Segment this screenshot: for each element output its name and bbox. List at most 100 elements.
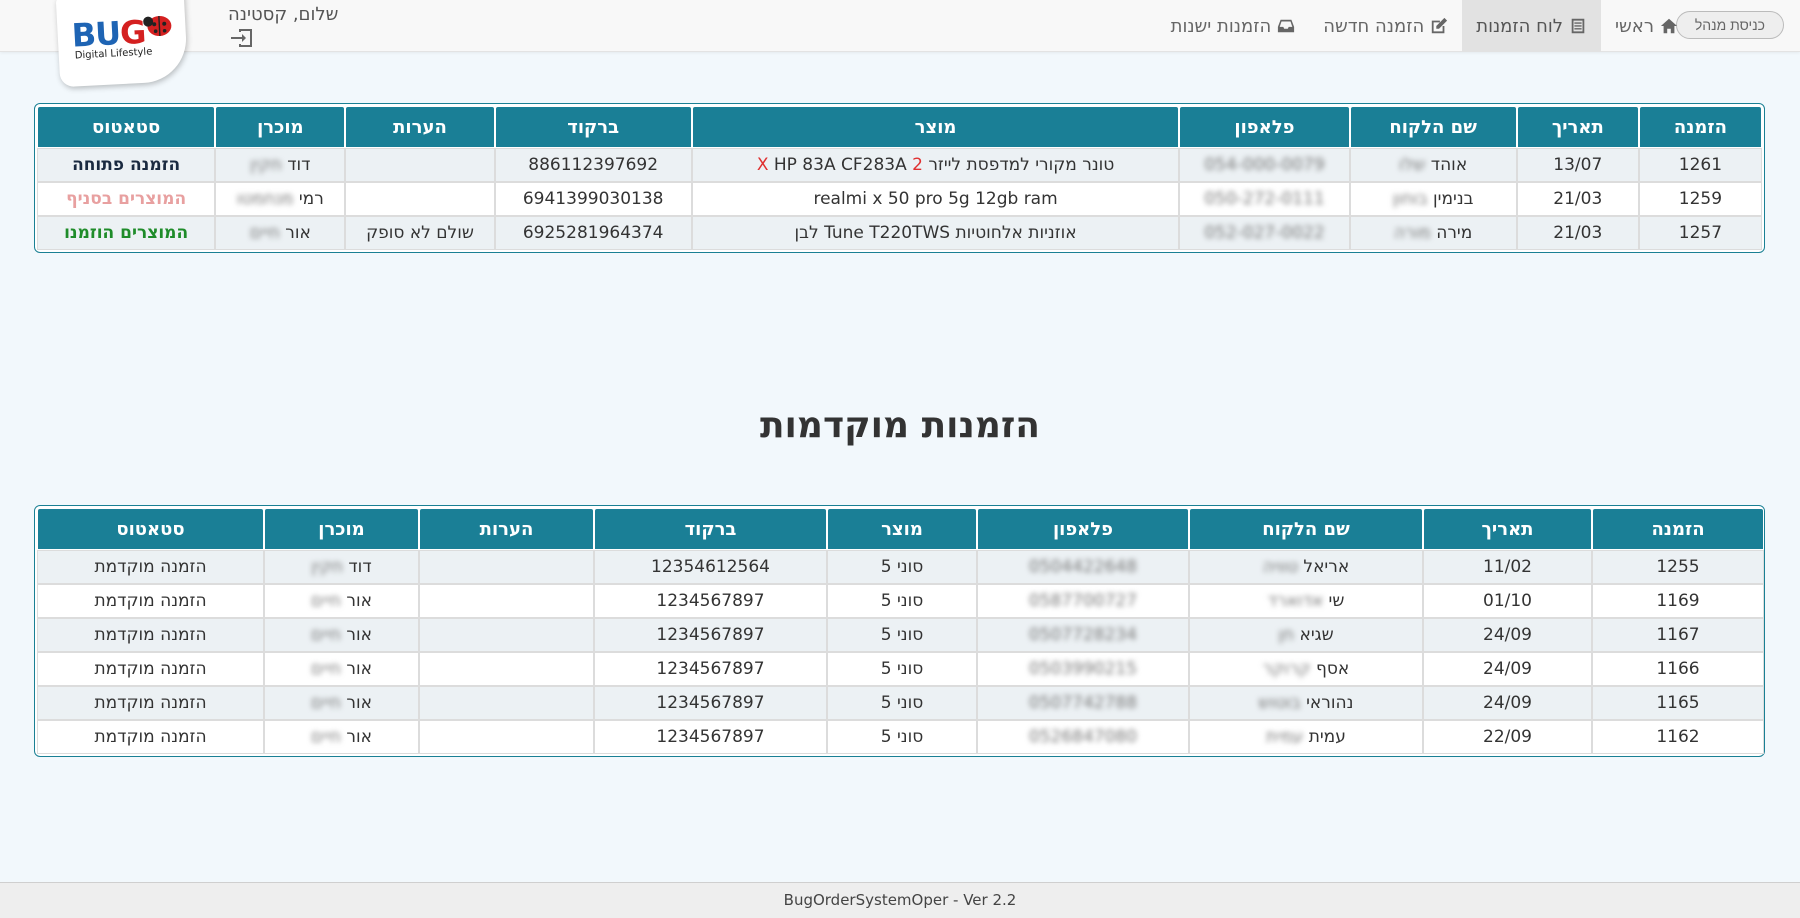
nav-item-home[interactable]: ראשי <box>1601 0 1692 52</box>
phone-number: 0504422648 <box>1028 557 1138 577</box>
status: הזמנה מוקדמת <box>37 686 264 720</box>
barcode: 6925281964374 <box>494 216 692 250</box>
order-date: 13/07 <box>1516 148 1639 182</box>
col-header-seller[interactable]: מוכרן <box>215 106 346 148</box>
user-greeting: שלום, קסטינה <box>228 4 339 25</box>
product: סוני 5 <box>827 618 977 652</box>
seller-first-name: אור <box>346 727 372 747</box>
customer-first-name: אריאל <box>1303 557 1350 577</box>
customer-last-name: קרוקר <box>1262 659 1311 679</box>
phone-number: 0507728234 <box>1028 625 1138 645</box>
barcode: 1234567897 <box>594 618 827 652</box>
col-header-customer[interactable]: שם הלקוח <box>1189 508 1423 550</box>
order-date: 24/09 <box>1423 652 1592 686</box>
col-header-barcode[interactable]: ברקוד <box>594 508 827 550</box>
customer-name: מירה מורה <box>1349 216 1517 250</box>
customer-first-name: אסף <box>1316 659 1350 679</box>
barcode: 886112397692 <box>494 148 692 182</box>
customer-first-name: נהוראי <box>1306 693 1354 713</box>
table-row[interactable]: 1169 01/10 שי אדוארד 0587700727 סוני 5 1… <box>37 584 1764 618</box>
phone: 0587700727 <box>977 584 1189 618</box>
col-header-phone[interactable]: פלאפון <box>1179 106 1350 148</box>
phone: 050-272-0111 <box>1179 182 1350 216</box>
col-header-notes[interactable]: הערות <box>419 508 594 550</box>
seller: אור חיים <box>264 652 419 686</box>
customer-last-name: חן <box>1278 625 1295 645</box>
order-number: 1166 <box>1592 652 1764 686</box>
col-header-barcode[interactable]: ברקוד <box>494 106 692 148</box>
table-row[interactable]: 1165 24/09 נהוראי בוטוש 0507742788 סוני … <box>37 686 1764 720</box>
status: הזמנה מוקדמת <box>37 720 264 754</box>
product: סוני 5 <box>827 720 977 754</box>
col-header-product[interactable]: מוצר <box>827 508 977 550</box>
seller-first-name: דוד <box>287 155 311 175</box>
table-row[interactable]: 1259 21/03 בנימין בוחון 050-272-0111 rea… <box>37 182 1762 216</box>
phone: 0507742788 <box>977 686 1189 720</box>
seller: דוד חקין <box>215 148 346 182</box>
notes <box>345 182 495 216</box>
seller: רמי מנחמטו <box>215 182 346 216</box>
nav-item-new-order[interactable]: הזמנה חדשה <box>1309 0 1462 52</box>
phone: 054-000-0079 <box>1179 148 1350 182</box>
customer-name: עמית עמית <box>1189 720 1423 754</box>
status: הזמנה מוקדמת <box>37 652 264 686</box>
seller-first-name: אור <box>346 591 372 611</box>
col-header-order[interactable]: הזמנה <box>1638 106 1762 148</box>
nav-item-label: לוח הזמנות <box>1476 15 1564 37</box>
nav-item-old-orders[interactable]: הזמנות ישנות <box>1157 0 1310 52</box>
inbox-icon <box>1278 19 1295 33</box>
table-row[interactable]: 1167 24/09 שגיא חן 0507728234 סוני 5 123… <box>37 618 1764 652</box>
seller-first-name: אור <box>346 625 372 645</box>
col-header-seller[interactable]: מוכרן <box>264 508 419 550</box>
notes <box>419 652 594 686</box>
col-header-customer[interactable]: שם הלקוח <box>1349 106 1517 148</box>
col-header-status[interactable]: סטאטוס <box>37 508 264 550</box>
product: אוזניות אלחוטיות Tune T220TWS לבן <box>691 216 1180 250</box>
phone: 0507728234 <box>977 618 1189 652</box>
nav-item-orders-board[interactable]: לוח הזמנות <box>1462 0 1602 52</box>
top-navbar: כניסת מנהל ראשי לוח הזמנות הזמנה חדשה הז… <box>0 0 1800 52</box>
col-header-status[interactable]: סטאטוס <box>37 106 216 148</box>
table-row[interactable]: 1166 24/09 אסף קרוקר 0503990215 סוני 5 1… <box>37 652 1764 686</box>
customer-last-name: בוטוש <box>1258 693 1301 713</box>
phone-number: 050-272-0111 <box>1204 189 1325 209</box>
logout-icon[interactable] <box>230 27 254 49</box>
seller: אור חיים <box>264 686 419 720</box>
notes: שולם לא סופק <box>345 216 495 250</box>
customer-name: שי אדוארד <box>1189 584 1423 618</box>
col-header-phone[interactable]: פלאפון <box>977 508 1189 550</box>
customer-name: אסף קרוקר <box>1189 652 1423 686</box>
table-row[interactable]: 1255 11/02 אריאל טוויה 0504422648 סוני 5… <box>37 550 1764 584</box>
table-row[interactable]: 1162 22/09 עמית עמית 0526847080 סוני 5 1… <box>37 720 1764 754</box>
orders-table: הזמנה תאריך שם הלקוח פלאפון מוצר ברקוד ה… <box>37 106 1762 250</box>
col-header-date[interactable]: תאריך <box>1516 106 1639 148</box>
seller-first-name: אור <box>346 659 372 679</box>
order-date: 22/09 <box>1423 720 1592 754</box>
bug-logo[interactable]: BUG Digital Lifestyle <box>55 0 189 88</box>
table-row[interactable]: 1257 21/03 מירה מורה 052-027-0022 אוזניו… <box>37 216 1762 250</box>
notes <box>419 550 594 584</box>
phone-number: 052-027-0022 <box>1204 223 1325 243</box>
product: טונר מקורי למדפסת לייזר 2 X HP 83A CF283… <box>691 148 1180 182</box>
col-header-date[interactable]: תאריך <box>1423 508 1592 550</box>
table-header-row: הזמנה תאריך שם הלקוח פלאפון מוצר ברקוד ה… <box>37 508 1764 550</box>
customer-last-name: טוויה <box>1262 557 1298 577</box>
seller-first-name: אור <box>346 693 372 713</box>
admin-login-button[interactable]: כניסת מנהל <box>1675 11 1784 39</box>
order-number: 1257 <box>1638 216 1762 250</box>
seller: אור חיים <box>215 216 346 250</box>
col-header-product[interactable]: מוצר <box>691 106 1180 148</box>
col-header-order[interactable]: הזמנה <box>1592 508 1764 550</box>
product: realmi x 50 pro 5g 12gb ram <box>691 182 1180 216</box>
phone: 0503990215 <box>977 652 1189 686</box>
preorders-table: הזמנה תאריך שם הלקוח פלאפון מוצר ברקוד ה… <box>37 508 1764 754</box>
preorders-table-container: הזמנה תאריך שם הלקוח פלאפון מוצר ברקוד ה… <box>34 505 1765 757</box>
phone-number: 0587700727 <box>1028 591 1138 611</box>
col-header-notes[interactable]: הערות <box>345 106 495 148</box>
phone-number: 0526847080 <box>1028 727 1138 747</box>
nav-item-label: הזמנות ישנות <box>1170 15 1272 37</box>
table-row[interactable]: 1261 13/07 אוהד שלו 054-000-0079 טונר מק… <box>37 148 1762 182</box>
customer-last-name: שלו <box>1399 155 1426 175</box>
customer-last-name: מורה <box>1393 223 1431 243</box>
phone-number: 054-000-0079 <box>1204 155 1325 175</box>
